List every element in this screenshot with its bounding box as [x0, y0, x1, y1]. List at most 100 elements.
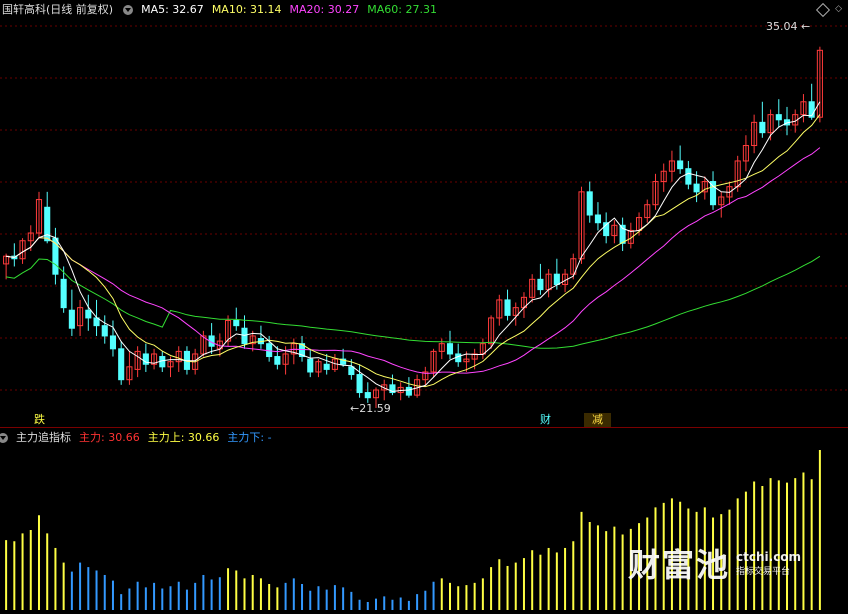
candle-body	[307, 358, 314, 373]
candle[interactable]	[364, 382, 371, 403]
candle[interactable]	[151, 348, 158, 370]
dropdown-icon[interactable]	[123, 5, 134, 15]
candle[interactable]	[52, 227, 59, 285]
candle[interactable]	[446, 330, 454, 360]
candle[interactable]	[208, 323, 215, 354]
candle-body	[118, 348, 125, 381]
candle-body	[446, 343, 454, 355]
candle[interactable]	[290, 338, 297, 365]
stock-title[interactable]: 国轩高科(日线 前复权)	[2, 0, 113, 20]
signal-cai: 财	[540, 413, 551, 426]
candle[interactable]	[315, 359, 322, 378]
candle[interactable]	[718, 191, 725, 218]
candle[interactable]	[644, 199, 651, 223]
candle[interactable]	[759, 101, 766, 138]
candle-body	[537, 278, 544, 291]
signal-die: 跌	[34, 413, 45, 426]
candle[interactable]	[126, 351, 133, 385]
candle[interactable]	[808, 83, 815, 120]
candle[interactable]	[134, 346, 141, 378]
candle-body	[693, 183, 700, 193]
candle[interactable]	[496, 294, 503, 326]
candle[interactable]	[586, 181, 593, 223]
candle-body	[759, 121, 766, 134]
candle[interactable]	[611, 220, 618, 244]
candle[interactable]	[340, 348, 347, 367]
candle[interactable]	[545, 269, 552, 298]
candle[interactable]	[578, 186, 585, 264]
candle[interactable]	[298, 335, 306, 362]
candle[interactable]	[504, 289, 511, 321]
candle[interactable]	[118, 341, 125, 385]
ma10-line	[6, 114, 821, 388]
candle[interactable]	[479, 338, 486, 360]
candle[interactable]	[742, 135, 749, 172]
candle[interactable]	[512, 302, 519, 326]
candle[interactable]	[405, 377, 412, 398]
kline-chart[interactable]	[0, 0, 848, 428]
candle[interactable]	[660, 163, 667, 192]
candle-body	[677, 160, 684, 170]
candle[interactable]	[455, 343, 462, 367]
candle[interactable]	[685, 160, 692, 190]
candle-body	[356, 374, 363, 394]
candle[interactable]	[520, 292, 528, 318]
watermark-slogan: 指标交易平台	[736, 566, 791, 577]
candle[interactable]	[3, 253, 10, 280]
candle[interactable]	[677, 145, 684, 174]
candle[interactable]	[257, 325, 264, 349]
watermark-brand: 财富池	[628, 546, 731, 584]
candle[interactable]	[11, 243, 18, 267]
candle[interactable]	[603, 212, 610, 244]
indicator-title[interactable]: 主力追指标	[16, 428, 71, 448]
candle[interactable]	[652, 173, 659, 210]
expand-icon[interactable]: ◇	[835, 5, 842, 14]
candle[interactable]	[381, 379, 388, 401]
candle-body	[274, 356, 281, 365]
candle[interactable]	[389, 374, 396, 396]
watermark-url: ctchi.com	[736, 549, 802, 564]
candle[interactable]	[85, 294, 92, 331]
candle[interactable]	[68, 289, 75, 336]
candle[interactable]	[537, 263, 544, 295]
candle[interactable]	[529, 274, 536, 303]
candle[interactable]	[619, 217, 626, 252]
candle[interactable]	[775, 99, 782, 128]
candle[interactable]	[323, 353, 330, 375]
candle[interactable]	[800, 94, 807, 123]
ma60-line	[6, 255, 821, 349]
candle[interactable]	[709, 171, 717, 210]
dropdown-icon[interactable]	[0, 433, 8, 443]
watermark: 财富池 ctchi.com 指标交易平台	[628, 540, 801, 586]
candle[interactable]	[594, 202, 601, 231]
kline-panel[interactable]	[0, 0, 848, 428]
candle[interactable]	[142, 343, 149, 372]
main-legend: 国轩高科(日线 前复权) MA5: 32.67 MA10: 31.14 MA20…	[2, 0, 437, 20]
candle-body	[364, 392, 371, 399]
candle[interactable]	[627, 222, 634, 249]
candle-body	[553, 273, 560, 285]
candle[interactable]	[751, 114, 758, 154]
candle-body	[348, 366, 355, 376]
candle[interactable]	[668, 150, 675, 182]
candle[interactable]	[35, 191, 43, 239]
candle[interactable]	[200, 330, 207, 357]
candle[interactable]	[356, 364, 363, 398]
candle[interactable]	[77, 299, 84, 336]
candle[interactable]	[397, 382, 404, 401]
candle-body	[85, 309, 92, 319]
low-price-label: ←21.59	[350, 402, 391, 415]
ma20-label: MA20: 30.27	[289, 3, 360, 16]
candle-body	[101, 325, 108, 337]
candle-body	[594, 214, 601, 224]
candle[interactable]	[783, 106, 791, 136]
ma60-label: MA60: 27.31	[367, 3, 437, 16]
indicator-legend: 主力追指标 主力: 30.66 主力上: 30.66 主力下: -	[0, 428, 272, 448]
candle[interactable]	[422, 366, 429, 385]
candle-body	[405, 386, 412, 396]
candle[interactable]	[307, 348, 314, 378]
candle[interactable]	[816, 46, 823, 123]
ma20-line	[6, 147, 821, 374]
candle[interactable]	[726, 181, 733, 205]
candle[interactable]	[101, 315, 108, 344]
